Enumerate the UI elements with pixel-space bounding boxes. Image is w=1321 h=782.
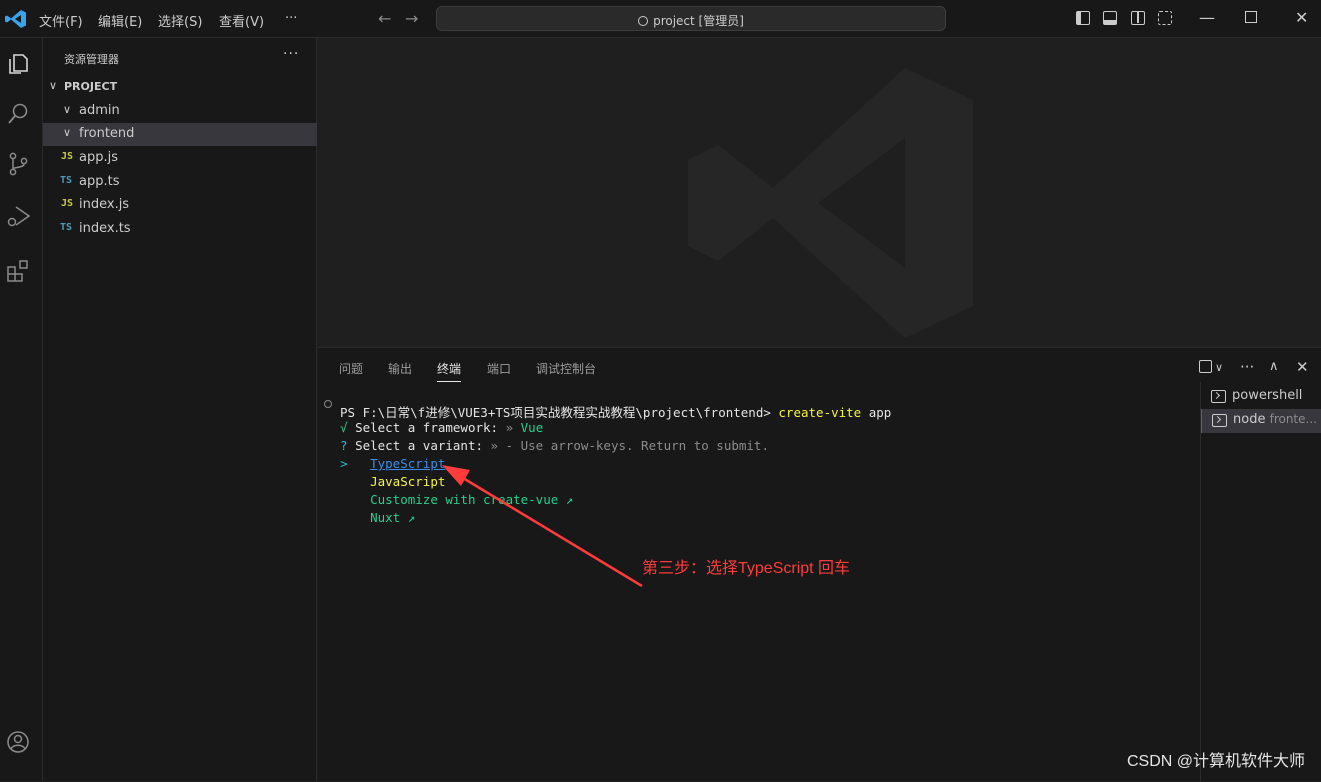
split-terminal-icon[interactable] <box>1199 360 1212 373</box>
extensions-icon[interactable] <box>4 257 32 285</box>
terminal-option-customize[interactable]: Customize with create-vue ↗ <box>340 492 573 507</box>
question-mark: ? <box>340 438 348 453</box>
search-icon <box>638 16 649 26</box>
separator: » <box>505 420 514 435</box>
selection-cursor: > <box>340 456 348 471</box>
menu-view[interactable]: 查看(V) <box>219 11 264 30</box>
folder-label: admin <box>79 103 120 118</box>
terminal-prompt: PS F:\日常\f进修\VUE3+TS项目实战教程实战教程\project\f… <box>340 405 771 420</box>
terminal-line-framework: √ Select a framework: » Vue <box>340 420 543 435</box>
tab-terminal[interactable]: 终端 <box>437 360 462 382</box>
tree-file[interactable]: TS index.ts <box>43 218 317 241</box>
maximize-panel-icon[interactable]: ∧ <box>1269 359 1279 374</box>
option-label: TypeScript <box>370 456 446 471</box>
terminal-line-prompt: PS F:\日常\f进修\VUE3+TS项目实战教程实战教程\project\f… <box>340 402 891 421</box>
arrow-right-icon[interactable]: → <box>405 9 418 28</box>
tree-root-project[interactable]: ∨ PROJECT <box>43 76 317 99</box>
terminal-icon <box>1211 390 1226 403</box>
terminal-option-nuxt[interactable]: Nuxt ↗ <box>340 510 415 525</box>
credit-watermark: CSDN @计算机软件大师 <box>1126 753 1305 770</box>
tree-file[interactable]: TS app.ts <box>43 171 317 194</box>
close-icon[interactable]: ✕ <box>1295 8 1308 27</box>
variant-question: Select a variant: <box>355 438 483 453</box>
terminal-instance-node[interactable]: node fronte... <box>1201 409 1321 433</box>
file-label: app.js <box>79 150 118 165</box>
search-icon[interactable] <box>4 100 32 128</box>
menu-file[interactable]: 文件(F) <box>39 11 83 30</box>
chevron-down-icon[interactable]: ∨ <box>1215 361 1223 374</box>
framework-question: Select a framework: <box>355 420 499 435</box>
check-mark: √ <box>340 420 348 435</box>
explorer-icon[interactable] <box>4 50 32 78</box>
tree-file[interactable]: JS index.js <box>43 194 317 217</box>
file-label: app.ts <box>79 174 120 189</box>
arrow-left-icon[interactable]: ← <box>378 9 391 28</box>
terminal-command-arg: app <box>868 405 892 420</box>
panel-more-actions[interactable]: ··· <box>1240 358 1254 376</box>
folder-label: frontend <box>79 126 135 141</box>
accounts-icon[interactable] <box>4 728 32 756</box>
terminal-instance-label: powershell <box>1232 388 1303 403</box>
terminal-name: node <box>1233 412 1266 427</box>
explorer-sidebar: 资源管理器 ··· ∨ PROJECT ∨ admin ∨ frontend J… <box>43 38 317 781</box>
tab-output[interactable]: 输出 <box>388 360 412 377</box>
sidebar-title: 资源管理器 <box>64 53 119 66</box>
sidebar-more-actions[interactable]: ··· <box>283 46 299 62</box>
annotation-text: 第三步：选择TypeScript 回车 <box>642 560 851 577</box>
customize-layout-icon[interactable] <box>1158 11 1172 25</box>
maximize-icon[interactable] <box>1245 11 1257 23</box>
tree-folder-frontend[interactable]: ∨ frontend <box>43 123 317 146</box>
terminal-instance-label: node fronte... <box>1233 412 1317 427</box>
terminal-command: create-vite <box>778 405 862 420</box>
vscode-watermark-icon <box>688 68 973 338</box>
terminal-output[interactable]: PS F:\日常\f进修\VUE3+TS项目实战教程实战教程\project\f… <box>318 396 1198 782</box>
ts-file-icon: TS <box>60 175 73 186</box>
tab-problems[interactable]: 问题 <box>339 360 363 377</box>
file-label: index.js <box>79 197 130 212</box>
terminal-cwd: fronte... <box>1269 412 1317 426</box>
tree-file[interactable]: JS app.js <box>43 147 317 170</box>
toggle-secondary-sidebar-icon[interactable] <box>1131 11 1145 25</box>
terminal-line-variant: ? Select a variant: » - Use arrow-keys. … <box>340 438 769 453</box>
tab-debug-console[interactable]: 调试控制台 <box>536 360 596 377</box>
activity-bar <box>0 38 43 781</box>
toggle-primary-sidebar-icon[interactable] <box>1076 11 1090 25</box>
chevron-down-icon: ∨ <box>49 79 58 92</box>
title-bar: 文件(F) 编辑(E) 选择(S) 查看(V) ··· ← → project … <box>0 0 1321 38</box>
vscode-logo-icon <box>5 10 26 28</box>
menu-more[interactable]: ··· <box>285 11 297 26</box>
menu-selection[interactable]: 选择(S) <box>158 11 202 30</box>
terminal-icon <box>1212 414 1227 427</box>
menu-edit[interactable]: 编辑(E) <box>98 11 142 30</box>
source-control-icon[interactable] <box>4 150 32 178</box>
option-label: JavaScript <box>370 474 446 489</box>
file-label: index.ts <box>79 221 131 236</box>
command-center-label: project [管理员] <box>653 14 744 28</box>
command-decoration-icon <box>324 400 332 408</box>
variant-hint: » - Use arrow-keys. Return to submit. <box>490 438 769 453</box>
tree-folder-admin[interactable]: ∨ admin <box>43 100 317 123</box>
chevron-down-icon: ∨ <box>63 126 72 139</box>
option-label: Nuxt ↗ <box>370 510 416 525</box>
editor-area <box>318 38 1321 347</box>
framework-answer: Vue <box>520 420 544 435</box>
run-debug-icon[interactable] <box>4 202 32 230</box>
terminal-instance-powershell[interactable]: powershell <box>1201 385 1321 409</box>
js-file-icon: JS <box>61 198 74 209</box>
chevron-down-icon: ∨ <box>63 103 72 116</box>
option-label: Customize with create-vue ↗ <box>370 492 574 507</box>
toggle-panel-icon[interactable] <box>1103 11 1117 25</box>
tab-ports[interactable]: 端口 <box>487 360 511 377</box>
js-file-icon: JS <box>61 151 74 162</box>
project-label: PROJECT <box>64 80 118 93</box>
minimize-icon[interactable]: — <box>1199 8 1215 27</box>
terminal-option-typescript[interactable]: > TypeScript <box>340 456 445 471</box>
bottom-panel: 问题 输出 终端 端口 调试控制台 ∨ ··· ∧ ✕ PS F:\日常\f进修… <box>318 347 1321 782</box>
command-center-search[interactable]: project [管理员] <box>436 6 946 31</box>
terminal-tabs-list: powershell node fronte... <box>1200 382 1321 782</box>
close-panel-icon[interactable]: ✕ <box>1296 358 1309 376</box>
ts-file-icon: TS <box>60 222 73 233</box>
terminal-option-javascript[interactable]: JavaScript <box>340 474 445 489</box>
